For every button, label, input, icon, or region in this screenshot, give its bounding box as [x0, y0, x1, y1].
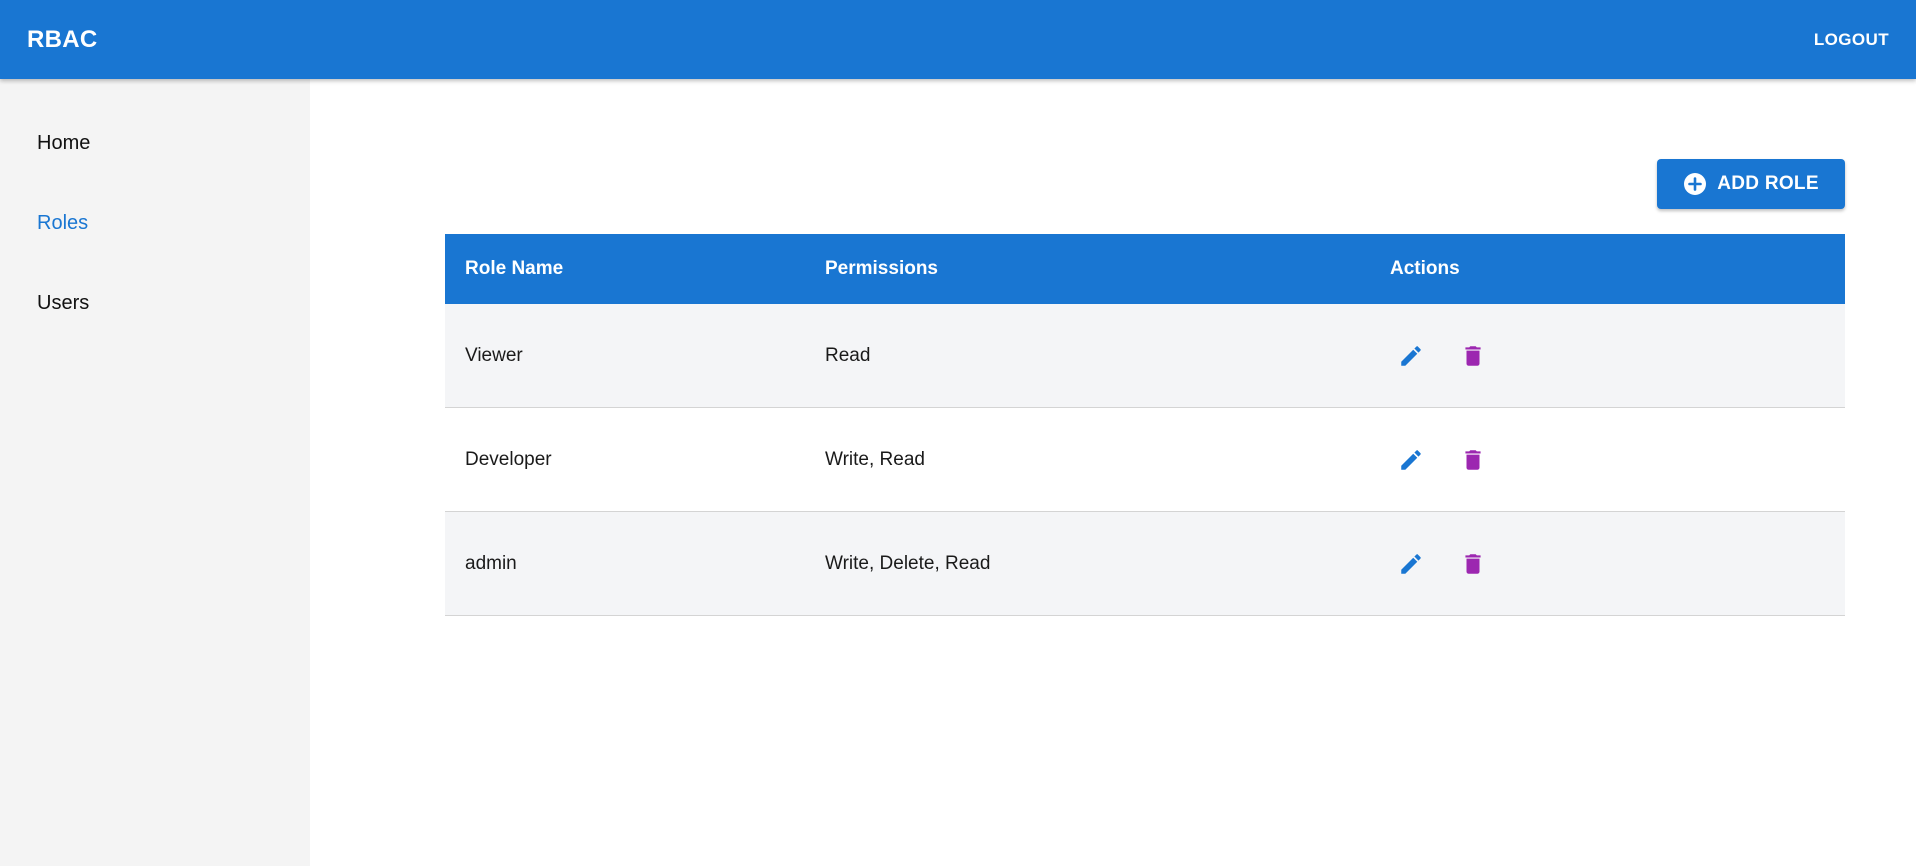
trash-icon[interactable]: [1452, 543, 1494, 585]
pencil-icon[interactable]: [1390, 543, 1432, 585]
pencil-icon[interactable]: [1390, 439, 1432, 481]
add-role-button[interactable]: ADD ROLE: [1657, 159, 1845, 209]
sidebar-item-users[interactable]: Users: [0, 287, 310, 319]
role-name-cell: Viewer: [465, 344, 523, 366]
trash-icon[interactable]: [1452, 439, 1494, 481]
sidebar-item-roles[interactable]: Roles: [0, 207, 310, 239]
table-row: admin Write, Delete, Read: [445, 512, 1845, 616]
add-circle-icon: [1683, 172, 1707, 196]
add-role-label: ADD ROLE: [1717, 173, 1819, 194]
app-bar: RBAC LOGOUT: [0, 0, 1916, 79]
actions-cell: [1390, 439, 1845, 481]
table-header: Role Name Permissions Actions: [445, 234, 1845, 304]
sidebar: Home Roles Users: [0, 79, 310, 866]
column-header-role-name: Role Name: [465, 258, 564, 279]
role-name-cell: admin: [465, 552, 517, 574]
actions-cell: [1390, 543, 1845, 585]
actions-cell: [1390, 335, 1845, 377]
permissions-cell: Write, Delete, Read: [825, 552, 991, 574]
permissions-cell: Read: [825, 344, 871, 366]
pencil-icon[interactable]: [1390, 335, 1432, 377]
table-row: Viewer Read: [445, 304, 1845, 408]
column-header-permissions: Permissions: [825, 258, 938, 279]
trash-icon[interactable]: [1452, 335, 1494, 377]
app-title: RBAC: [27, 25, 98, 53]
logout-button[interactable]: LOGOUT: [1804, 24, 1899, 56]
column-header-actions: Actions: [1390, 258, 1460, 279]
permissions-cell: Write, Read: [825, 448, 925, 470]
role-name-cell: Developer: [465, 448, 552, 470]
table-row: Developer Write, Read: [445, 408, 1845, 512]
roles-table: Role Name Permissions Actions Viewer Rea…: [445, 234, 1845, 616]
sidebar-item-home[interactable]: Home: [0, 127, 310, 159]
